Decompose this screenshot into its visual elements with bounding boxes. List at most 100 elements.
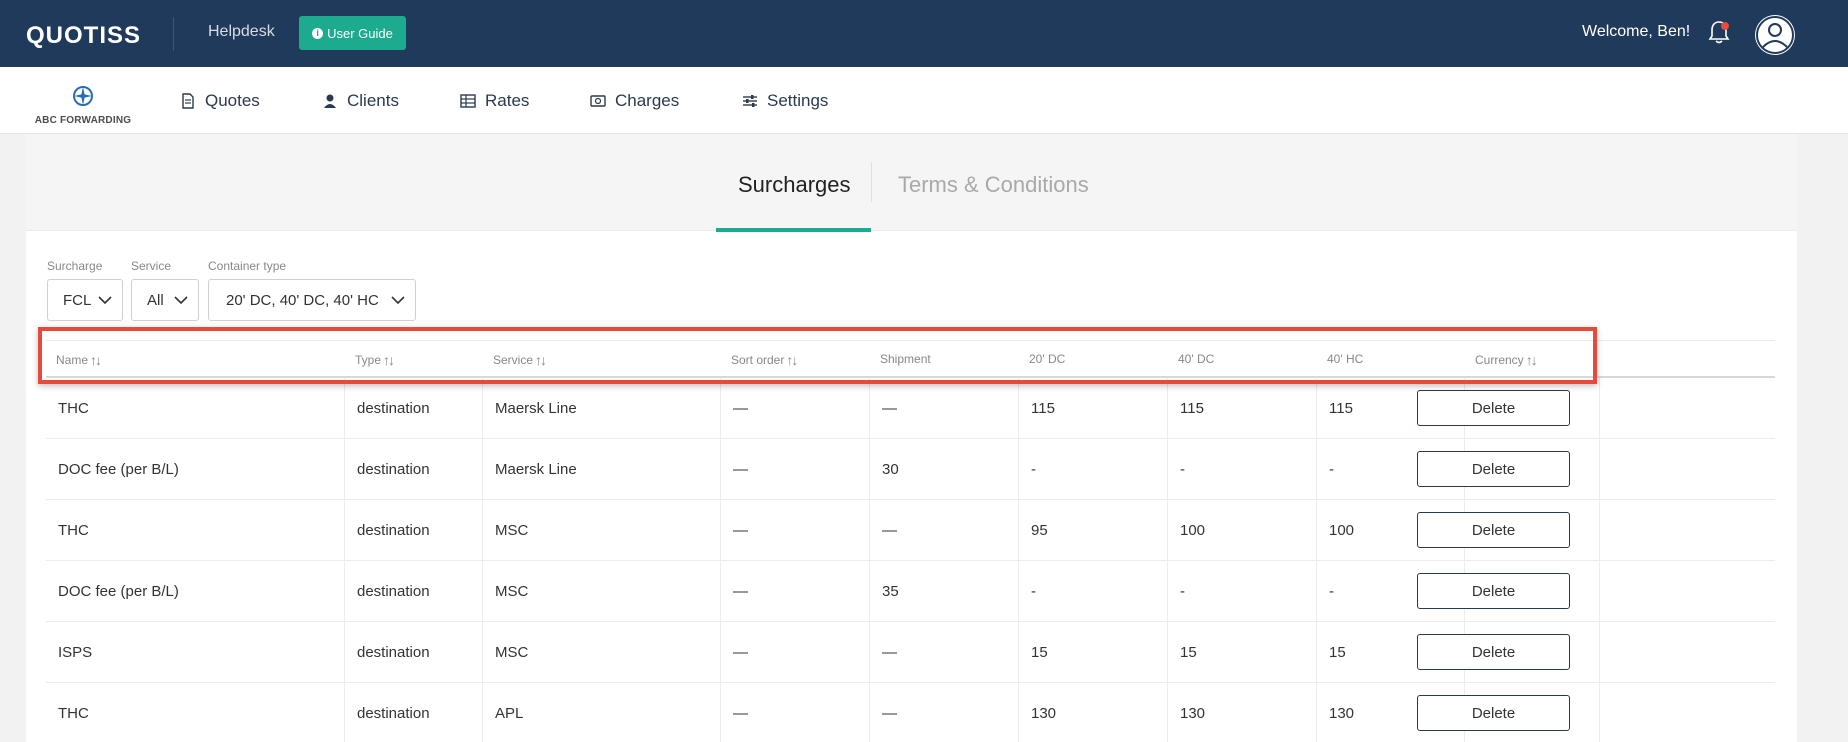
sort-icon: ↑↓	[786, 352, 798, 368]
delete-button[interactable]: Delete	[1417, 512, 1570, 548]
cell-type: destination	[345, 683, 483, 742]
header-20dc-label: 20' DC	[1029, 352, 1066, 366]
header-shipment: Shipment	[880, 352, 931, 366]
company-brand[interactable]: ABC FORWARDING	[26, 85, 140, 126]
header-name[interactable]: Name ↑↓	[56, 352, 102, 368]
company-brand-text: ABC FORWARDING	[34, 115, 132, 126]
cell-20dc: 15	[1019, 622, 1168, 683]
surcharge-select-value: FCL	[63, 291, 92, 309]
cell-20dc: -	[1019, 561, 1168, 622]
tab-divider	[871, 162, 872, 202]
nav-clients-label: Clients	[347, 91, 399, 110]
cell-type: destination	[345, 378, 483, 439]
app-logo[interactable]: QUOTISS	[26, 22, 141, 50]
cell-shipment: —	[870, 683, 1019, 742]
cell-name: ISPS	[46, 622, 345, 683]
content-card: Surcharges Terms & Conditions Surcharge …	[26, 134, 1797, 742]
cell-name: DOC fee (per B/L)	[46, 439, 345, 500]
table-row: THCdestinationMSC——95100100EURDelete	[46, 500, 1775, 561]
sort-icon: ↑↓	[90, 352, 102, 368]
header-sort-order-label: Sort order	[731, 353, 785, 367]
cell-shipment: 30	[870, 439, 1019, 500]
nav-rates[interactable]: Rates	[460, 91, 529, 111]
header-type[interactable]: Type ↑↓	[355, 352, 395, 368]
header-currency-label: Currency	[1475, 353, 1524, 367]
table-row: ISPSdestinationMSC——151515EURDelete	[46, 622, 1775, 683]
delete-button[interactable]: Delete	[1417, 695, 1570, 731]
cell-sort-order: —	[721, 439, 870, 500]
cell-40dc: 15	[1168, 622, 1317, 683]
sort-icon: ↑↓	[535, 352, 547, 368]
delete-button[interactable]: Delete	[1417, 573, 1570, 609]
surcharge-select[interactable]: FCL	[47, 279, 123, 321]
header-sort-order[interactable]: Sort order ↑↓	[731, 352, 798, 368]
cell-service: Maersk Line	[483, 378, 721, 439]
delete-button[interactable]: Delete	[1417, 634, 1570, 670]
nav-quotes-label: Quotes	[205, 91, 260, 110]
active-tab-indicator	[716, 228, 871, 232]
cell-40dc: 130	[1168, 683, 1317, 742]
cell-sort-order: —	[721, 622, 870, 683]
cell-service: MSC	[483, 561, 721, 622]
delete-button[interactable]: Delete	[1417, 390, 1570, 426]
tab-surcharges[interactable]: Surcharges	[738, 172, 851, 198]
cell-40dc: 100	[1168, 500, 1317, 561]
header-service[interactable]: Service ↑↓	[493, 352, 547, 368]
helpdesk-link[interactable]: Helpdesk	[208, 23, 275, 41]
chevron-down-icon	[391, 296, 405, 305]
surcharges-table: Name ↑↓ Type ↑↓ Service ↑↓ Sort order ↑↓ Shi…	[46, 340, 1775, 742]
user-avatar-icon	[1756, 16, 1794, 54]
nav-charges[interactable]: Charges	[590, 91, 679, 111]
cell-service: MSC	[483, 622, 721, 683]
service-select[interactable]: All	[131, 279, 199, 321]
cell-sort-order: —	[721, 500, 870, 561]
cell-shipment: 35	[870, 561, 1019, 622]
table-row: THCdestinationAPL——130130130EURDelete	[46, 683, 1775, 742]
cell-shipment: —	[870, 378, 1019, 439]
nav-rates-label: Rates	[485, 91, 530, 110]
topbar-divider	[173, 17, 174, 51]
cell-20dc: 130	[1019, 683, 1168, 742]
service-filter-label: Service	[131, 259, 172, 273]
cell-sort-order: —	[721, 378, 870, 439]
cell-name: DOC fee (per B/L)	[46, 561, 345, 622]
table-header: Name ↑↓ Type ↑↓ Service ↑↓ Sort order ↑↓ Shi…	[46, 340, 1775, 378]
table-row: DOC fee (per B/L)destinationMSC—35---EUR…	[46, 561, 1775, 622]
tab-terms-conditions[interactable]: Terms & Conditions	[898, 172, 1089, 198]
sort-icon: ↑↓	[383, 352, 395, 368]
cell-type: destination	[345, 622, 483, 683]
info-icon: i	[312, 27, 324, 39]
table-icon	[460, 94, 476, 108]
container-type-select[interactable]: 20' DC, 40' DC, 40' HC	[208, 279, 416, 321]
cell-shipment: —	[870, 500, 1019, 561]
cell-service: MSC	[483, 500, 721, 561]
cell-service: Maersk Line	[483, 439, 721, 500]
surcharge-filter-label: Surcharge	[47, 259, 103, 273]
header-40hc: 40' HC	[1327, 352, 1363, 366]
avatar[interactable]	[1755, 15, 1795, 55]
cell-20dc: 95	[1019, 500, 1168, 561]
header-shipment-label: Shipment	[880, 352, 931, 366]
delete-button[interactable]: Delete	[1417, 451, 1570, 487]
cell-name: THC	[46, 500, 345, 561]
top-bar: QUOTISS Helpdesk i User Guide Welcome, B…	[0, 0, 1848, 67]
header-20dc: 20' DC	[1029, 352, 1065, 366]
nav-quotes[interactable]: Quotes	[180, 91, 260, 111]
container-type-filter-label: Container type	[208, 259, 287, 273]
nav-settings[interactable]: Settings	[742, 91, 828, 111]
sliders-icon	[743, 95, 757, 107]
table-row: THCdestinationMaersk Line——115115115EURD…	[46, 378, 1775, 439]
header-currency[interactable]: Currency ↑↓	[1475, 352, 1538, 368]
nav-clients[interactable]: Clients	[322, 91, 399, 111]
cell-sort-order: —	[721, 561, 870, 622]
cell-40dc: 115	[1168, 378, 1317, 439]
nav-settings-label: Settings	[767, 91, 829, 110]
user-guide-button[interactable]: i User Guide	[299, 16, 406, 50]
cell-type: destination	[345, 439, 483, 500]
chevron-down-icon	[174, 296, 188, 305]
header-40hc-label: 40' HC	[1327, 352, 1364, 366]
sort-icon: ↑↓	[1525, 352, 1538, 368]
cell-type: destination	[345, 561, 483, 622]
cell-service: APL	[483, 683, 721, 742]
main-navbar: ABC FORWARDING Quotes Clients Rates Char…	[0, 67, 1848, 134]
